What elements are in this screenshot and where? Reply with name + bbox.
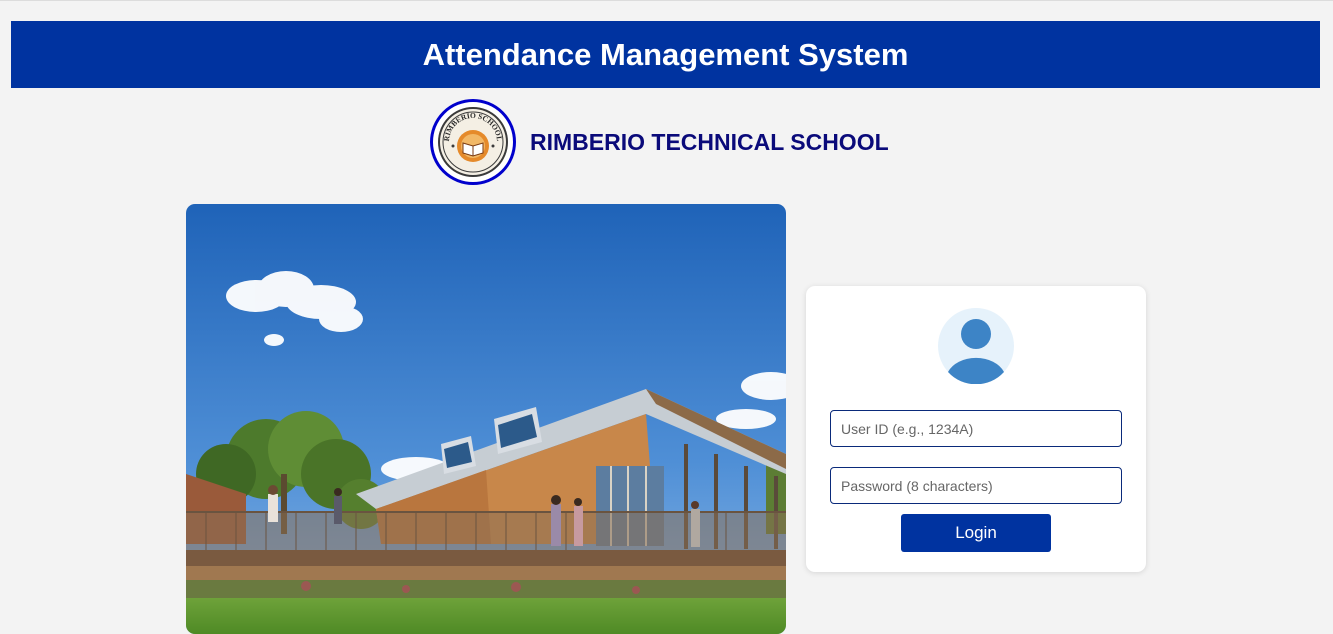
school-name: RIMBERIO TECHNICAL SCHOOL xyxy=(530,128,889,155)
password-input[interactable] xyxy=(830,467,1122,504)
login-card: Login xyxy=(806,286,1146,572)
school-brand: RIMBERIO SCHOOL RIMBERIO TECHNICAL SCHOO… xyxy=(430,98,889,186)
user-id-input[interactable] xyxy=(830,410,1122,447)
app-header: Attendance Management System xyxy=(11,21,1320,88)
school-logo: RIMBERIO SCHOOL xyxy=(430,99,516,185)
app-title: Attendance Management System xyxy=(422,36,909,72)
user-avatar-icon xyxy=(938,308,1014,384)
open-book-seal-icon: RIMBERIO SCHOOL xyxy=(438,107,508,177)
top-border xyxy=(0,0,1333,1)
school-building-photo xyxy=(186,204,786,634)
login-button[interactable]: Login xyxy=(901,514,1051,552)
